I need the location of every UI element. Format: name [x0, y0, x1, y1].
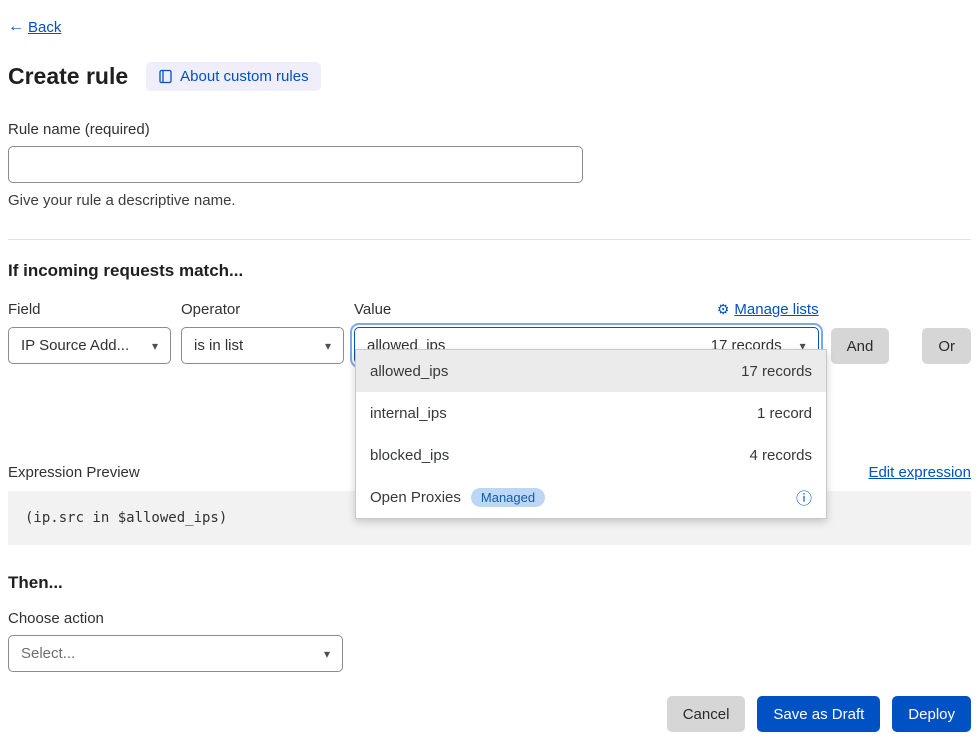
manage-lists-link[interactable]: ⚙ Manage lists: [717, 301, 819, 318]
create-rule-page: ← Back Create rule About custom rules Ru…: [0, 0, 979, 752]
rule-name-helper: Give your rule a descriptive name.: [8, 192, 971, 209]
about-custom-rules-label: About custom rules: [180, 68, 308, 85]
page-title: Create rule: [8, 63, 128, 90]
manage-lists-label[interactable]: Manage lists: [734, 301, 818, 318]
list-item-allowed-ips[interactable]: allowed_ips 17 records: [356, 350, 826, 392]
title-row: Create rule About custom rules: [8, 62, 971, 91]
expression-preview-label: Expression Preview: [8, 464, 140, 481]
action-select-placeholder: Select...: [21, 645, 75, 662]
and-button[interactable]: And: [831, 328, 890, 364]
cancel-button[interactable]: Cancel: [667, 696, 746, 732]
list-item-name: blocked_ips: [370, 447, 449, 464]
back-link-label[interactable]: Back: [28, 19, 61, 36]
then-section-heading: Then...: [8, 573, 971, 593]
list-item-name: Open Proxies: [370, 489, 461, 506]
about-custom-rules-link[interactable]: About custom rules: [146, 62, 320, 91]
rule-name-input[interactable]: [8, 146, 583, 183]
gear-icon: ⚙: [717, 301, 730, 318]
field-label: Field: [8, 301, 171, 318]
chevron-down-icon: ▾: [324, 647, 330, 661]
operator-select[interactable]: is in list ▾: [181, 327, 344, 364]
chevron-down-icon: ▾: [152, 339, 158, 353]
field-select-value: IP Source Add...: [21, 337, 129, 354]
action-select[interactable]: Select... ▾: [8, 635, 343, 672]
section-divider: [8, 239, 971, 240]
list-item-detail: 4 records: [749, 447, 812, 464]
or-button[interactable]: Or: [922, 328, 971, 364]
list-item-internal-ips[interactable]: internal_ips 1 record: [356, 392, 826, 434]
chevron-down-icon: ▾: [325, 339, 331, 353]
list-item-blocked-ips[interactable]: blocked_ips 4 records: [356, 434, 826, 476]
list-item-open-proxies[interactable]: Open Proxies Managed ⓘ: [356, 476, 826, 518]
operator-label: Operator: [181, 301, 344, 318]
list-item-name: internal_ips: [370, 405, 447, 422]
choose-action-label: Choose action: [8, 610, 971, 627]
book-icon: [158, 69, 173, 84]
managed-badge: Managed: [471, 488, 545, 507]
operator-select-value: is in list: [194, 337, 243, 354]
edit-expression-link[interactable]: Edit expression: [868, 464, 971, 481]
field-select[interactable]: IP Source Add... ▾: [8, 327, 171, 364]
save-as-draft-button[interactable]: Save as Draft: [757, 696, 880, 732]
value-label: Value: [354, 301, 391, 318]
value-dropdown-menu: allowed_ips 17 records internal_ips 1 re…: [355, 349, 827, 519]
match-section-heading: If incoming requests match...: [8, 261, 971, 281]
back-arrow-icon: ←: [8, 18, 24, 36]
rule-name-label: Rule name (required): [8, 121, 971, 138]
list-item-detail: 1 record: [757, 405, 812, 422]
footer-actions: Cancel Save as Draft Deploy: [8, 696, 971, 732]
list-item-name: allowed_ips: [370, 363, 448, 380]
deploy-button[interactable]: Deploy: [892, 696, 971, 732]
list-item-detail: 17 records: [741, 363, 812, 380]
back-link[interactable]: ← Back: [8, 18, 971, 36]
info-icon[interactable]: ⓘ: [796, 485, 812, 509]
match-row: Field IP Source Add... ▾ Operator is in …: [8, 301, 971, 364]
